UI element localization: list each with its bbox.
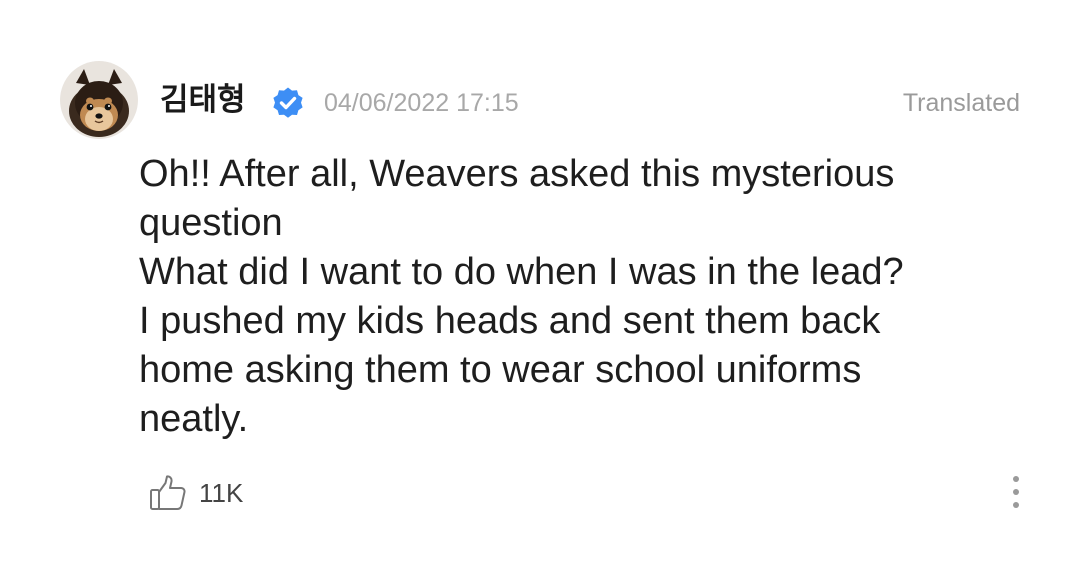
author-avatar[interactable]	[60, 61, 138, 139]
post-timestamp: 04/06/2022 17:15	[324, 89, 519, 117]
post-body-line: home asking them to wear school uniforms	[139, 349, 862, 391]
post-body-line: question	[139, 202, 283, 244]
post-body-line: What did I want to do when I was in the …	[139, 251, 904, 293]
more-vertical-icon	[1013, 502, 1019, 508]
more-vertical-icon	[1013, 476, 1019, 482]
author-name[interactable]: 김태형	[160, 80, 246, 120]
post-body-line: Oh!! After all, Weavers asked this myste…	[139, 153, 895, 195]
post-body: Oh!! After all, Weavers asked this myste…	[139, 150, 1019, 444]
post-body-line: I pushed my kids heads and sent them bac…	[139, 300, 881, 342]
post-body-line: neatly.	[139, 398, 249, 440]
like-count: 11K	[199, 478, 244, 508]
more-vertical-icon	[1013, 489, 1019, 495]
thumbs-up-icon	[150, 475, 186, 510]
translated-toggle[interactable]: Translated	[903, 86, 1020, 120]
verified-badge-icon	[273, 87, 303, 118]
post-card: 김태형 04/06/2022 17:15 Translated Oh!! Aft…	[0, 0, 1080, 565]
pomeranian-dog-avatar-icon	[60, 61, 138, 139]
more-options-button[interactable]	[1002, 470, 1030, 514]
like-button[interactable]: 11K	[148, 472, 243, 514]
